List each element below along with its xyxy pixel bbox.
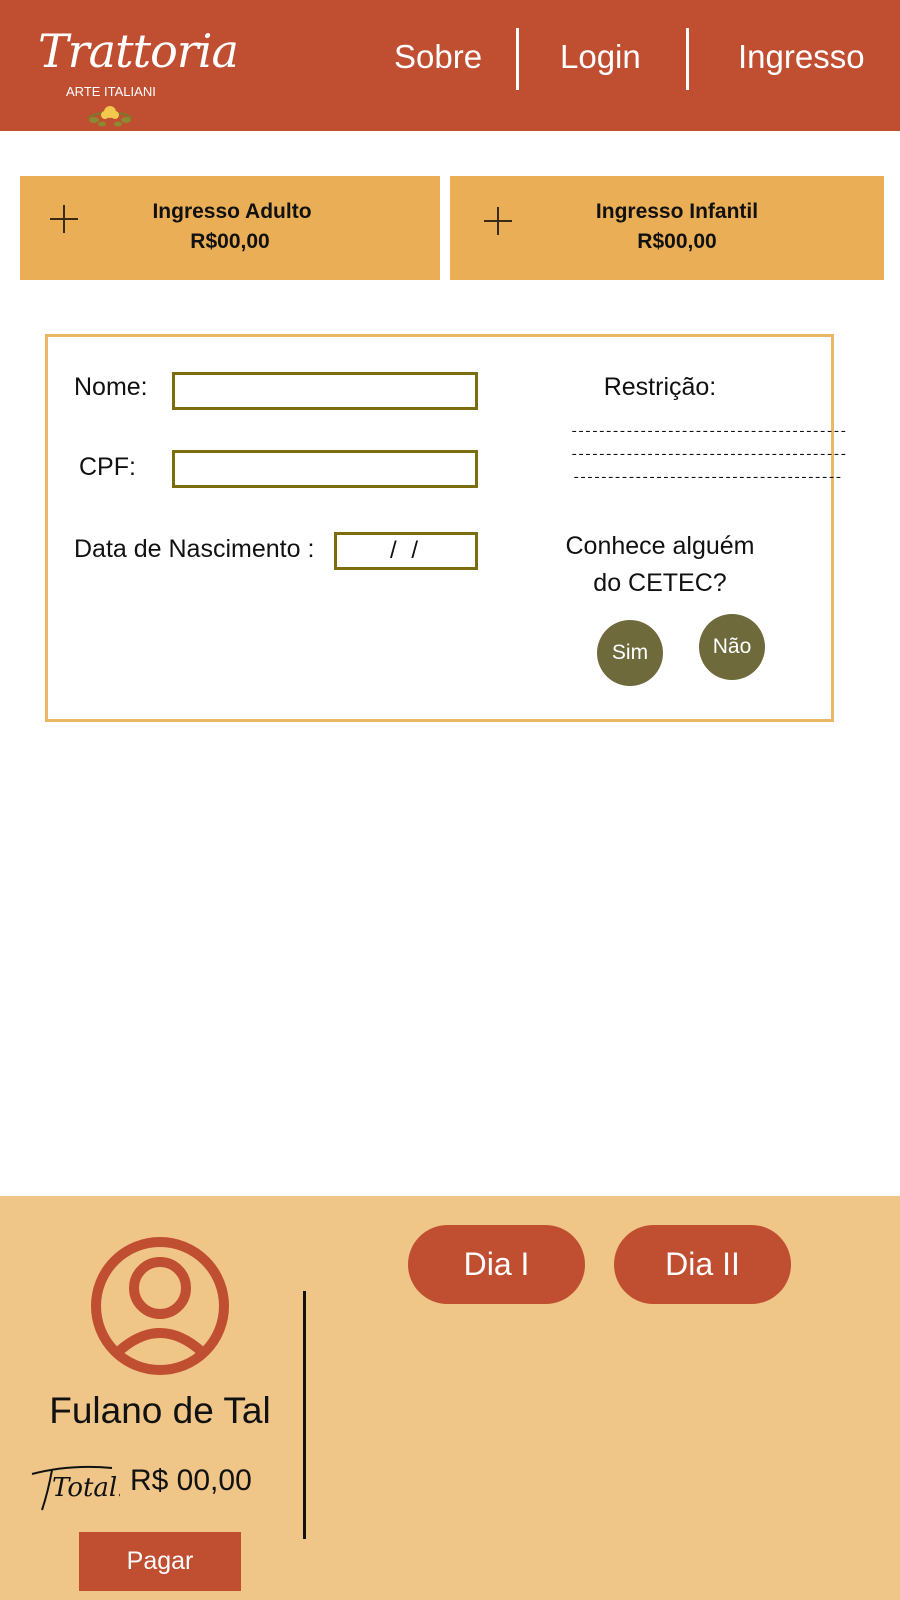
cpf-label: CPF:: [79, 453, 136, 481]
yes-button[interactable]: Sim: [597, 620, 663, 686]
ticket-adult-price: R$00,00: [190, 230, 270, 253]
ticket-adult-name: Ingresso Adulto: [152, 200, 312, 223]
day-2-button[interactable]: Dia II: [614, 1225, 791, 1304]
ticket-child-price: R$00,00: [637, 230, 717, 253]
birth-date-label: Data de Nascimento :: [74, 535, 315, 563]
cpf-input[interactable]: [172, 450, 478, 488]
vertical-divider: [303, 1291, 306, 1539]
nav-divider: [516, 28, 519, 90]
restriction-line[interactable]: ----------------------------------------: [570, 447, 848, 463]
pay-button[interactable]: Pagar: [79, 1532, 241, 1591]
nav-login[interactable]: Login: [560, 38, 641, 76]
registration-form-card: Nome: CPF: Data de Nascimento : / / Rest…: [45, 334, 848, 722]
cetec-question-line1: Conhece alguém: [565, 532, 755, 560]
birth-date-input[interactable]: / /: [334, 532, 478, 570]
total-value: R$ 00,00: [130, 1464, 252, 1497]
flower-icon: [87, 106, 133, 127]
birth-date-value: / /: [389, 537, 422, 564]
logo-subtitle: ARTE ITALIANI: [66, 84, 156, 99]
day-1-button[interactable]: Dia I: [408, 1225, 585, 1304]
restriction-label: Restrição:: [603, 373, 717, 401]
app-header: Trattoria ARTE ITALIANI Sobre Login Ingr…: [0, 0, 900, 131]
nav-ingresso[interactable]: Ingresso: [738, 38, 865, 76]
nav-divider: [686, 28, 689, 90]
user-name: Fulano de Tal: [49, 1390, 271, 1431]
trattoria-logo[interactable]: Trattoria ARTE ITALIANI: [18, 16, 239, 128]
ticket-child-button[interactable]: Ingresso Infantil R$00,00: [450, 176, 884, 280]
restriction-line[interactable]: ---------------------------------------: [572, 470, 843, 486]
restriction-line[interactable]: ----------------------------------------: [570, 424, 848, 440]
no-button[interactable]: Não: [699, 614, 765, 680]
name-label: Nome:: [74, 373, 148, 401]
cetec-question-line2: do CETEC?: [593, 569, 727, 597]
user-avatar-icon: [91, 1237, 229, 1375]
total-label: Total:: [31, 1465, 120, 1511]
svg-text:Total:: Total:: [52, 1473, 120, 1503]
ticket-adult-button[interactable]: Ingresso Adulto R$00,00: [20, 176, 440, 280]
name-input[interactable]: [172, 372, 478, 410]
ticket-child-name: Ingresso Infantil: [595, 200, 759, 223]
nav-sobre[interactable]: Sobre: [394, 38, 482, 76]
logo-script-text: Trattoria: [38, 24, 239, 78]
